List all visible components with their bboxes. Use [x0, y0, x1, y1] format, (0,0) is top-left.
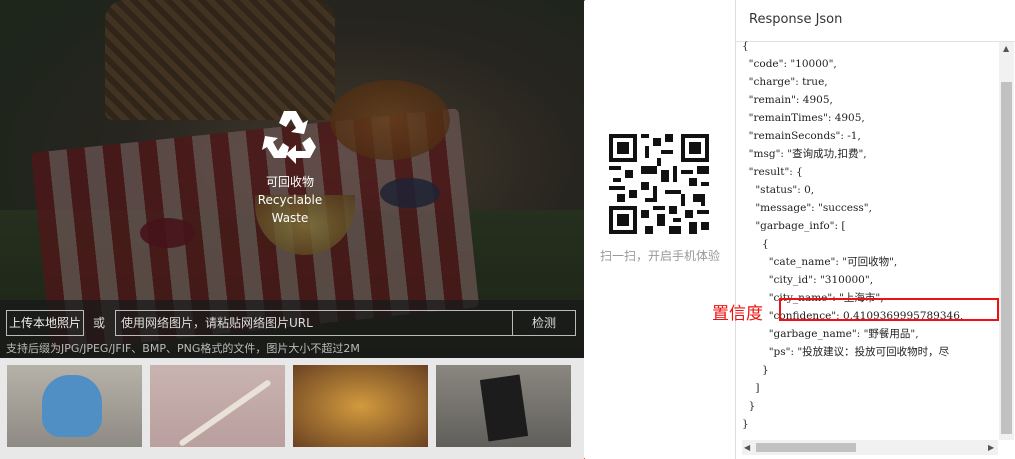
json-line: "msg": "查询成功,扣费",	[742, 148, 867, 160]
thumbnail-book[interactable]	[436, 365, 571, 447]
json-line: "charge": true,	[742, 76, 828, 88]
vertical-scrollbar[interactable]: ▲	[999, 42, 1014, 440]
json-line: }	[742, 364, 769, 376]
response-panel: Response Json { "code": "10000", "charge…	[735, 0, 1015, 459]
scroll-left-icon[interactable]: ◀	[744, 443, 750, 452]
thermometer-shape	[178, 378, 272, 447]
elephant-toy	[42, 375, 102, 437]
response-title: Response Json	[749, 12, 843, 27]
qr-code-icon	[609, 134, 709, 234]
thumbnail-food[interactable]	[293, 365, 428, 447]
json-line: "garbage_info": [	[742, 220, 846, 232]
detect-button[interactable]: 检测	[513, 310, 576, 336]
confidence-annotation: 置信度	[712, 304, 763, 324]
json-line: "message": "success",	[742, 202, 872, 214]
json-line: {	[742, 40, 749, 52]
book-shape	[479, 374, 529, 442]
json-line: "city_id": "310000",	[742, 274, 874, 286]
upload-hint: 支持后缀为JPG/JPEG/JFIF、BMP、PNG格式的文件，图片大小不超过2…	[6, 342, 360, 355]
demo-panel: 可回收物 Recyclable Waste 上传本地照片 或 使用网络图片，请粘…	[0, 0, 584, 459]
scrollbar-thumb[interactable]	[1001, 82, 1012, 434]
confidence-highlight	[779, 298, 999, 321]
qr-caption: 扫一扫，开启手机体验	[599, 249, 720, 263]
upload-bar: 上传本地照片 或 使用网络图片，请粘贴网络图片URL 检测 支持后缀为JPG/J…	[0, 300, 584, 358]
json-line: "remainSeconds": -1,	[742, 130, 861, 142]
result-category-cn: 可回收物	[265, 175, 314, 189]
upload-local-button[interactable]: 上传本地照片	[6, 310, 84, 336]
json-line: "code": "10000",	[742, 58, 837, 70]
horizontal-scrollbar[interactable]: ◀ ▶	[742, 440, 998, 455]
scroll-right-icon[interactable]: ▶	[988, 443, 994, 452]
or-label: 或	[93, 316, 106, 330]
json-line: ]	[742, 382, 760, 394]
image-url-input[interactable]: 使用网络图片，请粘贴网络图片URL	[115, 310, 513, 336]
json-line: "ps": "投放建议：投放可回收物时，尽	[742, 346, 950, 358]
scrollbar-thumb-horizontal[interactable]	[756, 443, 856, 452]
result-category-en: Recyclable Waste	[257, 193, 323, 225]
json-line: "remain": 4905,	[742, 94, 833, 106]
json-line: "remainTimes": 4905,	[742, 112, 865, 124]
json-line: "cate_name": "可回收物",	[742, 256, 898, 268]
result-badge: 可回收物 Recyclable Waste	[240, 105, 340, 227]
sample-thumbnails	[0, 365, 584, 459]
json-line: "status": 0,	[742, 184, 815, 196]
preview-image: 可回收物 Recyclable Waste 上传本地照片 或 使用网络图片，请粘…	[0, 0, 584, 358]
json-line: }	[742, 418, 749, 430]
json-line: {	[742, 238, 769, 250]
recycle-icon	[262, 111, 316, 164]
response-json: { "code": "10000", "charge": true, "rema…	[742, 37, 998, 437]
thumbnail-thermometer[interactable]	[150, 365, 285, 447]
qr-panel: 扫一扫，开启手机体验	[585, 0, 735, 459]
json-line: "garbage_name": "野餐用品",	[742, 328, 919, 340]
json-line: "result": {	[742, 166, 803, 178]
thumbnail-elephant[interactable]	[7, 365, 142, 447]
json-line: }	[742, 400, 756, 412]
scroll-up-icon[interactable]: ▲	[1003, 44, 1009, 53]
